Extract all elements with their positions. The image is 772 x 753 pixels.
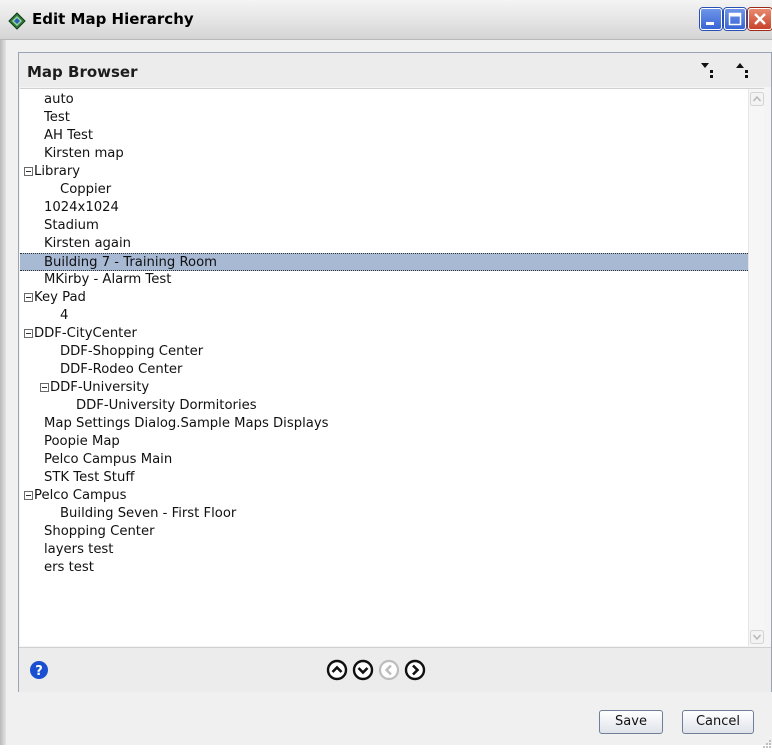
tree-item-label: Coppier [60,182,112,197]
collapse-toggle-icon[interactable] [24,293,33,302]
tree-item-label: STK Test Stuff [44,470,135,485]
tree-item[interactable]: MKirby - Alarm Test [20,271,748,289]
tree-item-label: DDF-Rodeo Center [60,362,183,377]
minimize-icon [706,22,714,25]
tree-item[interactable]: Poopie Map [20,433,748,451]
tree-item[interactable]: layers test [20,541,748,559]
maximize-icon [728,12,742,26]
tree-item[interactable]: Kirsten again [20,235,748,253]
tree-item-label: Library [34,164,81,179]
window-title: Edit Map Hierarchy [32,10,194,28]
move-down-icon[interactable] [352,659,374,681]
diamond-app-icon [8,12,26,30]
tree-item[interactable]: DDF-CityCenter [20,325,748,343]
tree-item-label: 4 [60,308,69,323]
tree-item-label: Shopping Center [44,524,155,539]
edit-map-hierarchy-window: Edit Map Hierarchy Map Browser auto Test… [0,0,772,748]
help-icon[interactable]: ? [29,660,49,680]
collapse-toggle-icon[interactable] [24,491,33,500]
tree-item[interactable]: 4 [20,307,748,325]
tree-item[interactable]: Coppier [20,181,748,199]
tree-item-label: Stadium [44,218,99,233]
move-left-icon [378,659,400,681]
tree-item-label: Kirsten again [44,236,131,251]
move-up-icon[interactable] [326,659,348,681]
dialog-button-bar: Save Cancel [6,692,772,748]
tree-item[interactable]: Shopping Center [20,523,748,541]
tree-list: auto Test AH Test Kirsten map Library Coppier… [20,91,748,577]
tree-item[interactable]: Building Seven - First Floor [20,505,748,523]
scroll-down-icon[interactable] [750,629,764,644]
collapse-toggle-icon[interactable] [24,167,33,176]
tree-item[interactable]: DDF-University Dormitories [20,397,748,415]
tree-item-label: Poopie Map [44,434,120,449]
tree-item-label: Key Pad [34,290,86,305]
tree-item-label: DDF-CityCenter [34,326,137,341]
tree-item[interactable]: Kirsten map [20,145,748,163]
dialog-content: Map Browser auto Test AH Test Kirsten ma… [6,40,772,748]
map-browser-panel: Map Browser auto Test AH Test Kirsten ma… [18,52,772,692]
tree-item[interactable]: Library [20,163,748,181]
tree-item[interactable]: DDF-Shopping Center [20,343,748,361]
tree-item-label: Kirsten map [44,146,124,161]
minimize-button[interactable] [700,8,722,30]
tree-item-label: auto [44,92,74,107]
collapse-all-icon[interactable] [734,61,754,79]
tree-item-label: Map Settings Dialog.Sample Maps Displays [44,416,329,431]
tree-item-label: DDF-University [50,380,150,395]
panel-footer: ? [19,647,771,692]
tree-item[interactable]: Stadium [20,217,748,235]
tree-item[interactable]: Pelco Campus Main [20,451,748,469]
map-tree[interactable]: auto Test AH Test Kirsten map Library Coppier… [20,88,764,646]
tree-item-label: Pelco Campus [34,488,127,503]
tree-item-label: Building 7 - Training Room [44,255,217,270]
resize-grip-icon[interactable] [762,734,772,748]
tree-item-label: DDF-University Dormitories [76,398,257,413]
tree-item[interactable]: DDF-University [20,379,748,397]
tree-item-label: AH Test [44,128,94,143]
tree-item[interactable]: Key Pad [20,289,748,307]
close-button[interactable] [748,8,772,30]
vertical-scrollbar[interactable] [748,89,764,646]
tree-item[interactable]: Test [20,109,748,127]
cancel-button[interactable]: Cancel [682,710,754,734]
tree-item-label: Test [44,110,70,125]
save-button[interactable]: Save [599,710,663,734]
expand-all-icon[interactable] [699,61,719,79]
tree-item[interactable]: Map Settings Dialog.Sample Maps Displays [20,415,748,433]
tree-item[interactable]: Pelco Campus [20,487,748,505]
tree-item-label: Pelco Campus Main [44,452,173,467]
close-icon [754,13,766,25]
tree-item-label: ers test [44,560,94,575]
tree-item-label: MKirby - Alarm Test [44,272,172,287]
tree-item[interactable]: auto [20,91,748,109]
maximize-button[interactable] [724,8,746,30]
tree-item[interactable]: ers test [20,559,748,577]
move-right-icon[interactable] [404,659,426,681]
scroll-up-icon[interactable] [750,91,764,106]
tree-item[interactable]: STK Test Stuff [20,469,748,487]
collapse-toggle-icon[interactable] [24,329,33,338]
tree-item[interactable]: 1024x1024 [20,199,748,217]
tree-item-selected[interactable]: Building 7 - Training Room [20,253,748,271]
panel-title: Map Browser [27,63,138,81]
tree-item-label: DDF-Shopping Center [60,344,204,359]
title-bar[interactable]: Edit Map Hierarchy [0,0,772,40]
svg-text:?: ? [35,664,43,679]
tree-item[interactable]: AH Test [20,127,748,145]
tree-item-label: 1024x1024 [44,200,119,215]
tree-item-label: Building Seven - First Floor [60,506,237,521]
panel-header: Map Browser [19,53,771,87]
collapse-toggle-icon[interactable] [40,383,49,392]
tree-item-label: layers test [44,542,114,557]
tree-item[interactable]: DDF-Rodeo Center [20,361,748,379]
